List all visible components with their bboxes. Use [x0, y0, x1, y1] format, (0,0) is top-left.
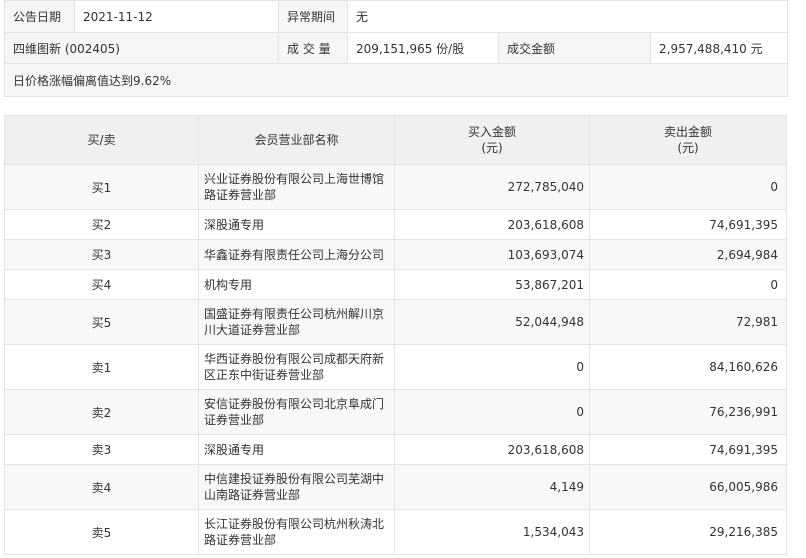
summary-panel: 公告日期 2021-11-12 异常期间 无 四维图新 (002405) 成 交… [4, 0, 788, 97]
header-side: 买/卖 [4, 115, 199, 165]
deviation-note: 日价格涨幅偏离值达到9.62% [5, 64, 787, 96]
row-broker: 华鑫证券有限责任公司上海分公司 [198, 239, 395, 270]
table-row: 卖5 长江证券股份有限公司杭州秋涛北路证券营业部 1,534,043 29,21… [4, 509, 787, 555]
row-side: 卖5 [4, 509, 199, 555]
row-buy-amount: 52,044,948 [394, 299, 590, 345]
row-side: 卖3 [4, 434, 199, 465]
header-buy-amount: 买入金额 (元) [394, 115, 590, 165]
row-broker: 深股通专用 [198, 209, 395, 240]
row-side: 买3 [4, 239, 199, 270]
header-buy-title: 买入金额 [467, 125, 516, 139]
stock-name: 四维图新 (002405) [5, 33, 279, 63]
row-sell-amount: 84,160,626 [589, 344, 787, 390]
table-row: 卖1 华西证券股份有限公司成都天府新区正东中街证券营业部 0 84,160,62… [4, 344, 787, 390]
row-broker: 机构专用 [198, 269, 395, 300]
row-broker: 深股通专用 [198, 434, 395, 465]
table-row: 卖3 深股通专用 203,618,608 74,691,395 [4, 434, 787, 465]
period-value: 无 [356, 10, 369, 24]
summary-row-note: 日价格涨幅偏离值达到9.62% [5, 63, 787, 96]
row-broker: 兴业证券股份有限公司上海世博馆路证券营业部 [198, 164, 395, 210]
row-buy-amount: 53,867,201 [394, 269, 590, 300]
row-buy-amount: 1,534,043 [394, 509, 590, 555]
row-side: 买1 [4, 164, 199, 210]
row-broker: 中信建投证券股份有限公司芜湖中山南路证券营业部 [198, 464, 395, 510]
summary-row-trade: 四维图新 (002405) 成 交 量 209,151,965 份/股 成交金额… [5, 32, 787, 63]
row-sell-amount: 74,691,395 [589, 434, 787, 465]
table-row: 买3 华鑫证券有限责任公司上海分公司 103,693,074 2,694,984 [4, 239, 787, 270]
trading-detail-table: 买/卖 会员营业部名称 买入金额 (元) 卖出金额 (元) 买1 兴业证券股份有… [4, 115, 787, 555]
table-row: 卖4 中信建投证券股份有限公司芜湖中山南路证券营业部 4,149 66,005,… [4, 464, 787, 510]
row-broker: 国盛证券有限责任公司杭州解川京川大道证券营业部 [198, 299, 395, 345]
row-sell-amount: 66,005,986 [589, 464, 787, 510]
row-buy-amount: 4,149 [394, 464, 590, 510]
header-broker: 会员营业部名称 [198, 115, 395, 165]
row-sell-amount: 74,691,395 [589, 209, 787, 240]
row-side: 买4 [4, 269, 199, 300]
row-buy-amount: 272,785,040 [394, 164, 590, 210]
row-sell-amount: 76,236,991 [589, 389, 787, 435]
row-buy-amount: 203,618,608 [394, 209, 590, 240]
header-sell-unit: (元) [677, 141, 699, 155]
volume-label: 成 交 量 [279, 33, 348, 63]
row-sell-amount: 2,694,984 [589, 239, 787, 270]
table-header-row: 买/卖 会员营业部名称 买入金额 (元) 卖出金额 (元) [4, 115, 787, 165]
row-broker: 安信证券股份有限公司北京阜成门证券营业部 [198, 389, 395, 435]
row-buy-amount: 203,618,608 [394, 434, 590, 465]
table-row: 买5 国盛证券有限责任公司杭州解川京川大道证券营业部 52,044,948 72… [4, 299, 787, 345]
period-label: 异常期间 [279, 1, 348, 32]
row-sell-amount: 0 [589, 164, 787, 210]
date-label: 公告日期 [5, 1, 75, 32]
row-side: 卖2 [4, 389, 199, 435]
row-side: 卖4 [4, 464, 199, 510]
row-side: 买2 [4, 209, 199, 240]
row-sell-amount: 72,981 [589, 299, 787, 345]
table-row: 卖2 安信证券股份有限公司北京阜成门证券营业部 0 76,236,991 [4, 389, 787, 435]
table-row: 买2 深股通专用 203,618,608 74,691,395 [4, 209, 787, 240]
header-buy-unit: (元) [481, 141, 503, 155]
row-buy-amount: 103,693,074 [394, 239, 590, 270]
amount-label: 成交金额 [499, 33, 651, 63]
row-broker: 长江证券股份有限公司杭州秋涛北路证券营业部 [198, 509, 395, 555]
row-side: 买5 [4, 299, 199, 345]
row-buy-amount: 0 [394, 344, 590, 390]
amount-value: 2,957,488,410 元 [659, 41, 763, 56]
row-side: 卖1 [4, 344, 199, 390]
header-sell-title: 卖出金额 [663, 125, 712, 139]
date-value: 2021-11-12 [75, 1, 279, 32]
row-buy-amount: 0 [394, 389, 590, 435]
volume-value: 209,151,965 份/股 [348, 33, 499, 63]
summary-row-date: 公告日期 2021-11-12 异常期间 无 [5, 0, 787, 32]
header-sell-amount: 卖出金额 (元) [589, 115, 787, 165]
table-row: 买4 机构专用 53,867,201 0 [4, 269, 787, 300]
row-broker: 华西证券股份有限公司成都天府新区正东中街证券营业部 [198, 344, 395, 390]
table-row: 买1 兴业证券股份有限公司上海世博馆路证券营业部 272,785,040 0 [4, 164, 787, 210]
row-sell-amount: 0 [589, 269, 787, 300]
row-sell-amount: 29,216,385 [589, 509, 787, 555]
